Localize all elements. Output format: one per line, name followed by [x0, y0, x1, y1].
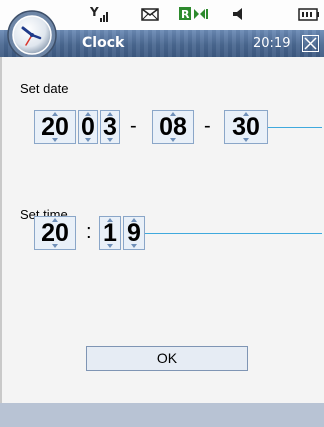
date-underline: [268, 127, 322, 128]
year-unit-field[interactable]: 3: [100, 110, 120, 144]
battery-icon: [298, 8, 319, 21]
year-decade-field[interactable]: 0: [78, 110, 98, 144]
svg-text:R: R: [181, 8, 190, 21]
mail-icon: [141, 8, 159, 21]
volume-icon: [233, 8, 242, 20]
clock-icon: [7, 10, 57, 60]
date-separator: -: [130, 115, 137, 137]
close-icon: [304, 37, 317, 50]
app-title: Clock: [82, 35, 125, 51]
time-underline: [145, 233, 322, 234]
time-separator: :: [86, 221, 92, 243]
softkey-bar: [0, 403, 324, 427]
day-field[interactable]: 30: [224, 110, 268, 144]
signal-icon: Y: [90, 5, 108, 22]
set-date-label: Set date: [20, 81, 69, 96]
minute-units-field[interactable]: 9: [123, 216, 145, 250]
clock-time: 20:19: [253, 36, 291, 51]
hour-field[interactable]: 20: [34, 216, 76, 250]
year-century-field[interactable]: 20: [34, 110, 76, 144]
date-separator: -: [204, 115, 211, 137]
svg-text:Y: Y: [90, 5, 99, 19]
close-button[interactable]: [302, 35, 319, 52]
minute-tens-field[interactable]: 1: [99, 216, 121, 250]
roaming-icon: R: [179, 7, 208, 21]
ok-button[interactable]: OK: [86, 346, 248, 371]
month-field[interactable]: 08: [152, 110, 194, 144]
